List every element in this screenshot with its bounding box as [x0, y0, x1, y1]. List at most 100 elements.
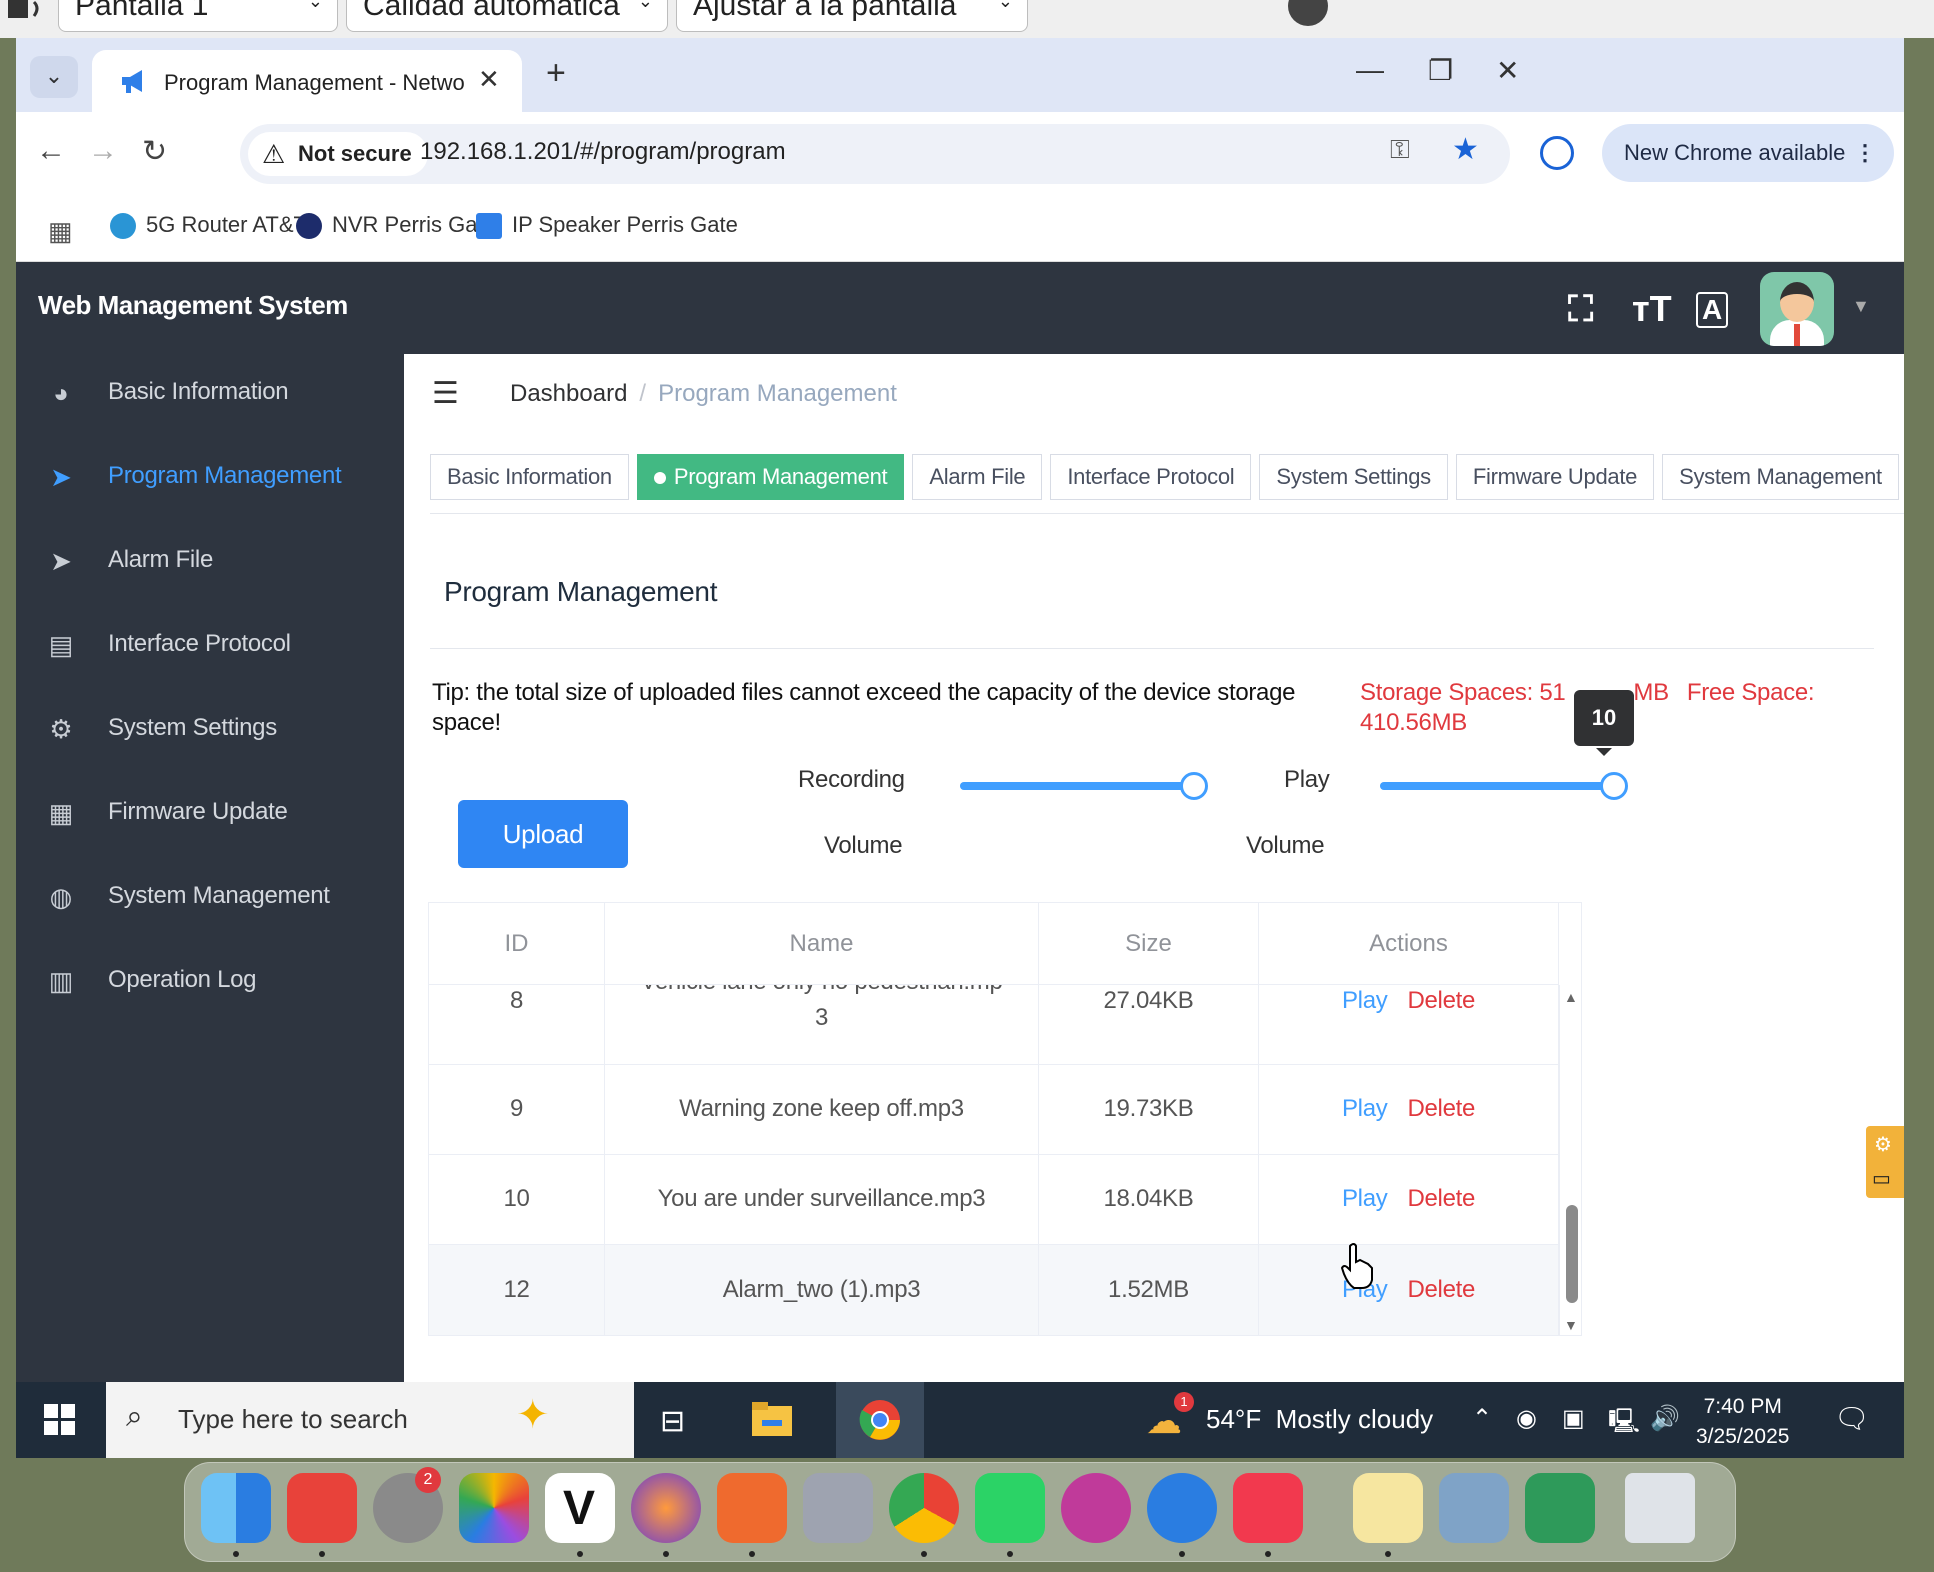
info-icon[interactable]: [1288, 0, 1328, 26]
new-tab-icon[interactable]: +: [546, 54, 566, 93]
sidebar-item-alarm-file[interactable]: ➤ Alarm File: [16, 522, 404, 602]
font-size-icon[interactable]: тT: [1632, 288, 1672, 330]
sidebar-item-operation-log[interactable]: ▥ Operation Log: [16, 942, 404, 1022]
slider-handle[interactable]: [1180, 772, 1208, 800]
tag-alarm-file[interactable]: Alarm File: [912, 454, 1043, 500]
sidebar-item-firmware-update[interactable]: ▦ Firmware Update: [16, 774, 404, 854]
window-close-icon[interactable]: ✕: [1496, 54, 1519, 87]
tag-system-management[interactable]: System Management: [1662, 454, 1899, 500]
scroll-up-icon[interactable]: ▲: [1564, 989, 1578, 1005]
play-link[interactable]: Play: [1342, 1185, 1388, 1212]
profile-icon[interactable]: [1540, 136, 1574, 170]
recorder-icon[interactable]: [1061, 1473, 1131, 1543]
anydesk-icon[interactable]: [287, 1473, 357, 1543]
star-icon[interactable]: ★: [1452, 132, 1479, 167]
delete-link[interactable]: Delete: [1407, 1185, 1475, 1212]
record-icon[interactable]: ◉: [1516, 1404, 1537, 1433]
network-icon[interactable]: 🖳: [1608, 1404, 1640, 1445]
speaker-icon[interactable]: [4, 0, 48, 18]
taskbar-search[interactable]: ⌕ Type here to search ✦: [106, 1382, 634, 1458]
tag-basic-information[interactable]: Basic Information: [430, 454, 629, 500]
notification-icon[interactable]: 🗨: [1834, 1402, 1870, 1435]
fit-select[interactable]: Ajustar a la pantalla ⌄: [676, 0, 1028, 32]
rd-client-icon[interactable]: [717, 1473, 787, 1543]
weather-text[interactable]: 54°F Mostly cloudy: [1206, 1404, 1433, 1435]
trash-icon[interactable]: [1625, 1473, 1695, 1543]
active-dot: [653, 472, 666, 485]
new-chrome-button[interactable]: New Chrome available ⋮: [1602, 124, 1894, 182]
vivaldi-icon[interactable]: V: [545, 1473, 615, 1543]
bookmark-router[interactable]: 5G Router AT&T: [110, 212, 307, 240]
recording-volume-slider[interactable]: [960, 772, 1208, 800]
minimize-icon[interactable]: —: [1356, 54, 1384, 86]
restore-icon[interactable]: ❐: [1428, 54, 1453, 87]
translate-icon[interactable]: A: [1696, 292, 1729, 328]
apps-grid-icon[interactable]: ▦: [48, 216, 73, 247]
scroll-down-icon[interactable]: ▼: [1564, 1317, 1578, 1333]
fullscreen-icon[interactable]: ⛶: [1568, 288, 1593, 331]
key-icon[interactable]: ⚿: [1390, 134, 1410, 166]
photos-icon[interactable]: [459, 1473, 529, 1543]
delete-link[interactable]: Delete: [1407, 1276, 1475, 1303]
taskbar-chrome[interactable]: [836, 1382, 924, 1458]
breadcrumb-root[interactable]: Dashboard: [510, 380, 627, 407]
close-icon[interactable]: ✕: [478, 64, 500, 95]
quality-select[interactable]: Calidad automática ⌄: [346, 0, 668, 32]
scrollbar-thumb[interactable]: [1566, 1205, 1578, 1303]
play-volume-slider[interactable]: [1380, 772, 1628, 800]
whatsapp-icon[interactable]: [975, 1473, 1045, 1543]
sidebar-item-system-management[interactable]: ◍ System Management: [16, 858, 404, 938]
play-link[interactable]: Play: [1342, 987, 1388, 1014]
finder-icon[interactable]: [201, 1473, 271, 1543]
sidebar-item-interface-protocol[interactable]: ▤ Interface Protocol: [16, 606, 404, 686]
webcam-icon[interactable]: [1147, 1473, 1217, 1543]
forward-icon[interactable]: →: [88, 134, 118, 168]
windows-start-icon[interactable]: [44, 1404, 76, 1436]
play-link[interactable]: Play: [1342, 1095, 1388, 1122]
task-view-icon[interactable]: ⊟: [660, 1404, 685, 1439]
sidebar-item-basic-information[interactable]: ◕ Basic Information: [16, 354, 404, 434]
tag-system-settings[interactable]: System Settings: [1259, 454, 1448, 500]
caret-down-icon[interactable]: ▼: [1852, 296, 1870, 317]
reload-icon[interactable]: ↻: [142, 134, 167, 169]
tag-firmware-update[interactable]: Firmware Update: [1455, 454, 1655, 500]
solidm-icon[interactable]: [1525, 1473, 1595, 1543]
floating-widget[interactable]: ⚙ ▭: [1866, 1126, 1904, 1198]
not-secure-label: Not secure: [298, 141, 412, 166]
upload-button[interactable]: Upload: [458, 800, 628, 868]
chevron-up-icon[interactable]: ⌃: [1472, 1404, 1492, 1433]
avatar[interactable]: [1760, 272, 1834, 346]
file-icon: ▥: [48, 966, 74, 996]
delete-link[interactable]: Delete: [1407, 1095, 1475, 1122]
launchpad-icon[interactable]: [803, 1473, 873, 1543]
slider-handle[interactable]: [1600, 772, 1628, 800]
tag-interface-protocol[interactable]: Interface Protocol: [1050, 454, 1252, 500]
delete-link[interactable]: Delete: [1407, 987, 1475, 1014]
url-text[interactable]: 192.168.1.201/#/program/program: [420, 138, 786, 166]
preview-icon[interactable]: [1439, 1473, 1509, 1543]
bookmark-label: NVR Perris Gate: [332, 212, 496, 237]
bookmark-speaker[interactable]: IP Speaker Perris Gate: [476, 212, 738, 240]
taskbar-clock[interactable]: 7:40 PM 3/25/2025: [1696, 1392, 1789, 1452]
bookmark-label: IP Speaker Perris Gate: [512, 212, 738, 237]
sidebar-item-program-management[interactable]: ➤ Program Management: [16, 438, 404, 518]
table-scrollbar[interactable]: ▲ ▼: [1559, 985, 1581, 1335]
back-icon[interactable]: ←: [36, 134, 66, 168]
hamburger-icon[interactable]: ☰: [432, 376, 459, 411]
tag-program-management[interactable]: Program Management: [636, 454, 905, 500]
music-icon[interactable]: [1233, 1473, 1303, 1543]
tab-search-button[interactable]: ⌄: [30, 56, 78, 98]
address-bar[interactable]: ⚠ Not secure 192.168.1.201/#/program/pro…: [240, 124, 1510, 184]
not-secure-chip[interactable]: ⚠ Not secure: [248, 132, 428, 176]
file-explorer-icon[interactable]: [750, 1398, 794, 1442]
browser-tab[interactable]: Program Management - Netwo ✕: [92, 50, 522, 112]
meet-icon[interactable]: ▣: [1562, 1404, 1585, 1433]
notes-icon[interactable]: [1353, 1473, 1423, 1543]
sidebar-item-system-settings[interactable]: ⚙ System Settings: [16, 690, 404, 770]
table-body[interactable]: 8 Vehicle lane only no pedestrian.mp 3 2…: [429, 985, 1559, 1335]
bookmark-nvr[interactable]: NVR Perris Gate: [296, 212, 496, 240]
firefox-icon[interactable]: [631, 1473, 701, 1543]
chrome-icon[interactable]: [889, 1473, 959, 1543]
screen-select[interactable]: Pantalla 1 ⌄: [58, 0, 338, 32]
volume-icon[interactable]: 🔊: [1650, 1404, 1680, 1433]
